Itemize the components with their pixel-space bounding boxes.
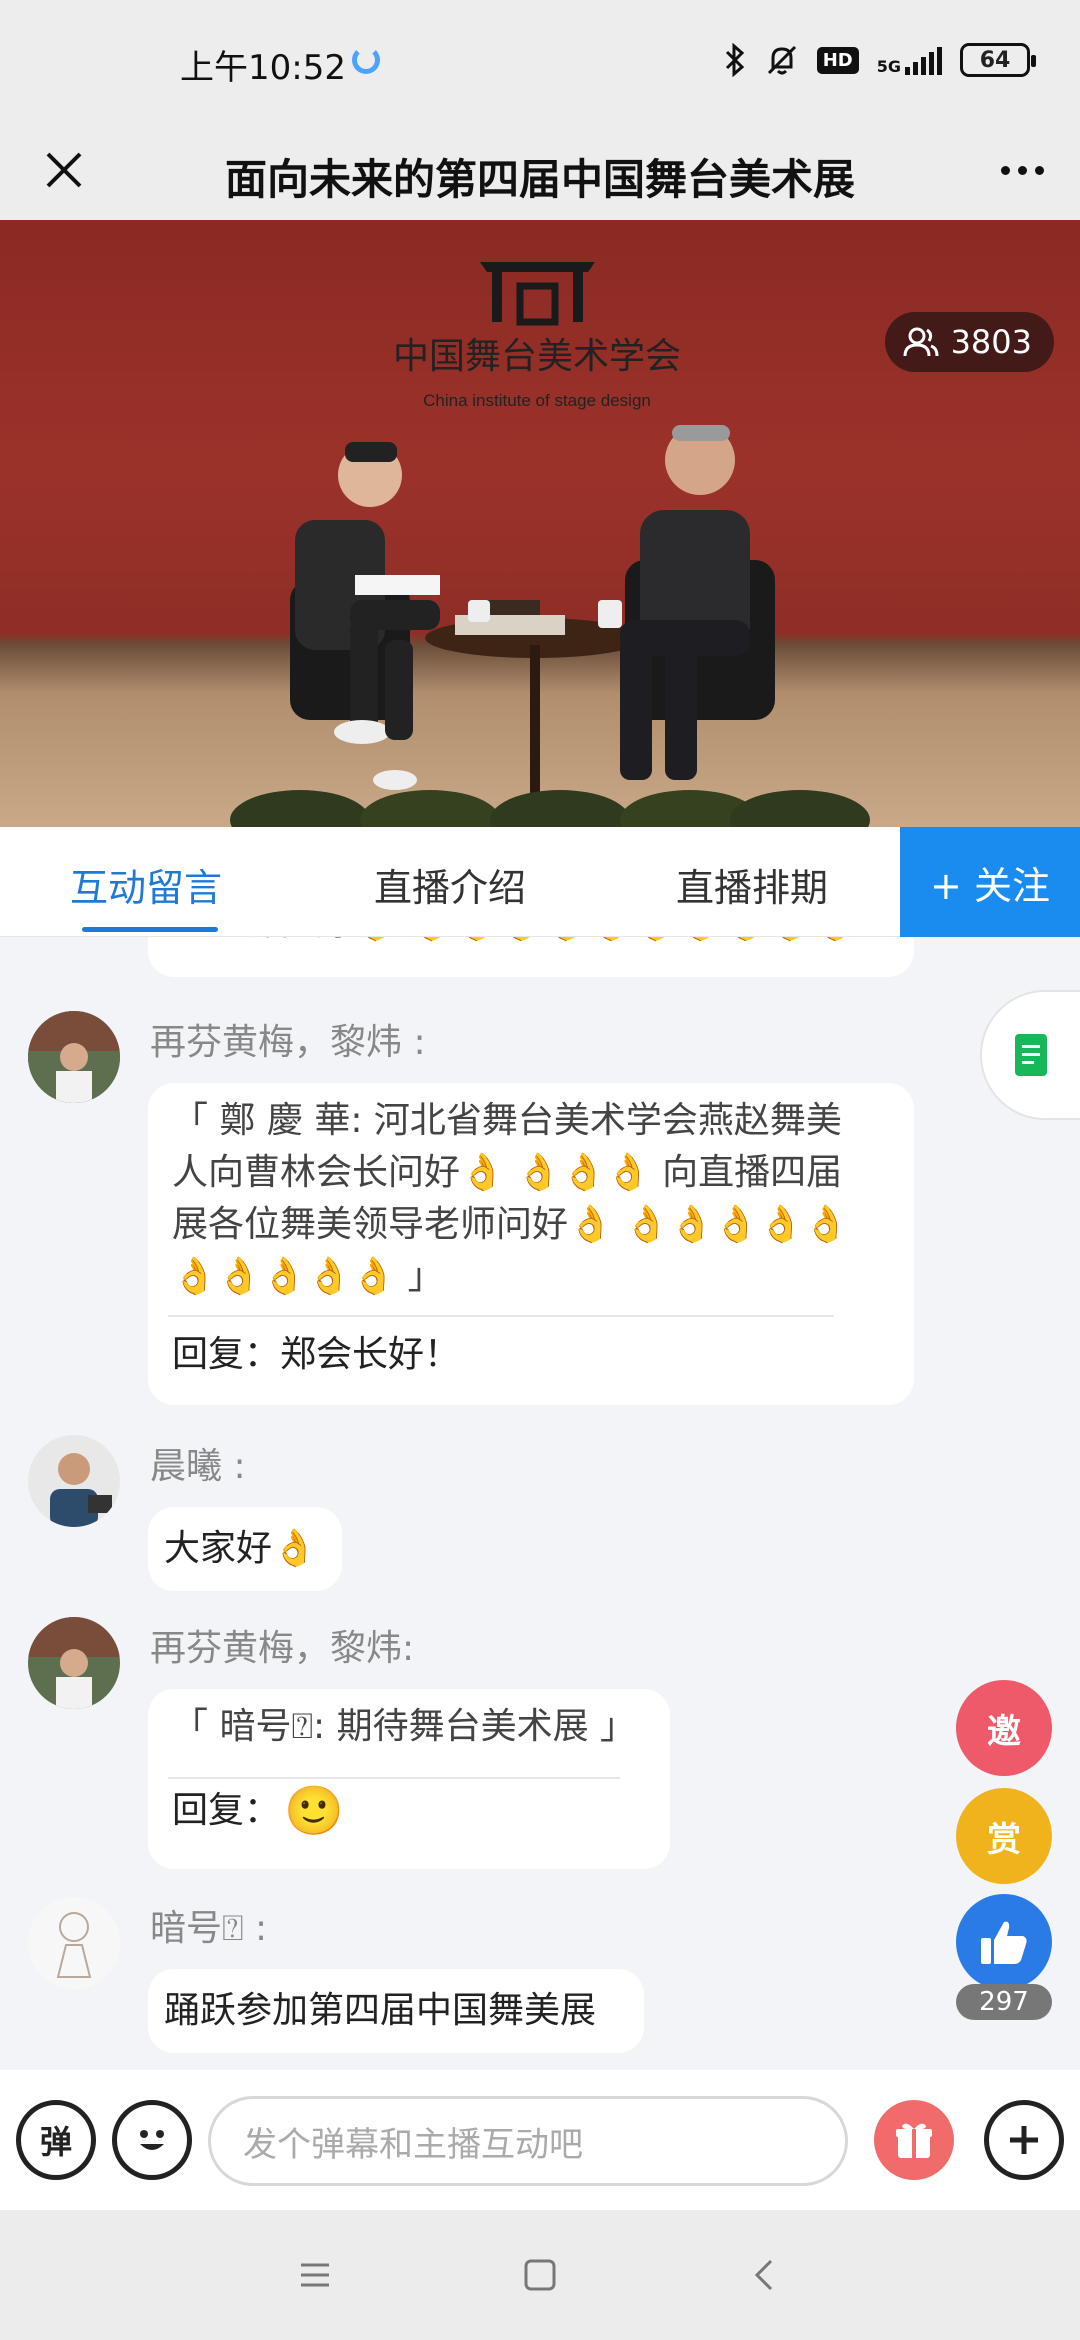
reward-button[interactable]: 赏	[956, 1788, 1052, 1884]
more-dot	[1017, 165, 1027, 175]
status-time: 上午10:52	[180, 48, 346, 88]
viewer-count-badge: 3803	[884, 312, 1054, 372]
tab-bar: 互动留言 直播介绍 直播排期 + 关注	[0, 827, 1080, 937]
thumbs-up-icon	[981, 1921, 1027, 1964]
battery-level: 64	[979, 47, 1011, 73]
comment-username: 再芬黄梅，黎炜 :	[150, 1022, 426, 1063]
avatar[interactable]	[28, 1435, 120, 1527]
avatar[interactable]	[28, 1897, 120, 1989]
bluetooth-icon	[725, 43, 744, 77]
comment-username: 再芬黄梅，黎炜:	[150, 1628, 415, 1669]
comment-bubble: 「 暗号⍰: 期待舞台美术展 」 回复： 🙂	[148, 1689, 670, 1869]
status-icons: HD 5G 64	[723, 40, 1036, 80]
quote-line: 「 鄭 慶 華: 河北省舞台美术学会燕赵舞美	[172, 1100, 842, 1141]
reply-bubble: 回复：郑会长好！	[148, 1315, 914, 1405]
gift-icon	[896, 2123, 932, 2158]
like-count: 297	[956, 1984, 1052, 2020]
comment-text: 踊跃参加第四届中国舞美展	[164, 1990, 597, 2031]
hd-badge: HD	[816, 46, 859, 74]
smile-icon	[140, 2130, 164, 2150]
comment-username: 暗号⍰ :	[150, 1908, 268, 1949]
comment-bubble: 导老师问好👌 👌👌👌👌👌👌👌👌👌👌	[148, 937, 914, 977]
network-type: 5G	[876, 57, 901, 76]
viewer-count: 3803	[950, 323, 1032, 361]
loading-icon	[352, 46, 380, 74]
avatar-image	[28, 1435, 120, 1527]
reply-label: 回复：	[172, 1790, 281, 1831]
more-dot	[1000, 165, 1010, 175]
home-square-icon	[524, 2259, 556, 2291]
avatar-image	[28, 1617, 120, 1709]
danmu-label: 弹	[39, 2123, 72, 2161]
logo-icon	[480, 250, 595, 326]
more-button[interactable]	[986, 134, 1058, 206]
back-arrow-icon	[754, 2259, 773, 2291]
more-dot	[1034, 165, 1044, 175]
quote-text: 「 暗号⍰: 期待舞台美术展 」	[172, 1706, 637, 1747]
mute-bell-icon	[767, 45, 796, 75]
reply-text: 回复：郑会长好！	[172, 1334, 461, 1375]
comment-bubble: 踊跃参加第四届中国舞美展	[148, 1969, 644, 2053]
menu-nav-button[interactable]	[290, 2250, 340, 2300]
add-button[interactable]	[984, 2100, 1064, 2180]
nav-bar: 面向未来的第四届中国舞台美术展	[0, 120, 1080, 220]
input-bar: 弹 发个弹幕和主播互动吧	[0, 2070, 1080, 2210]
document-icon	[1015, 1034, 1047, 1076]
tab-underline	[82, 927, 218, 932]
follow-button[interactable]: + 关注	[900, 827, 1080, 937]
comment-text: 大家好👌	[164, 1528, 317, 1569]
comment-input-placeholder: 发个弹幕和主播互动吧	[243, 2124, 583, 2165]
back-nav-button[interactable]	[740, 2250, 790, 2300]
system-navigation-bar	[0, 2210, 1080, 2340]
signal-icon: 5G	[877, 45, 942, 75]
like-button[interactable]	[956, 1894, 1052, 1990]
comment-bubble: 大家好👌	[148, 1507, 342, 1591]
menu-icon	[301, 2263, 329, 2287]
page-title: 面向未来的第四届中国舞台美术展	[224, 155, 855, 204]
tab-intro[interactable]: 直播介绍	[374, 857, 526, 912]
emoji-button[interactable]	[112, 2100, 192, 2180]
tab-schedule[interactable]: 直播排期	[676, 857, 828, 912]
comment-username: 晨曦 :	[150, 1446, 246, 1487]
avatar-image	[28, 1897, 120, 1989]
divider	[168, 1777, 620, 1779]
quote-line: 👌👌👌👌👌 」	[172, 1256, 444, 1297]
quote-line: 人向曹林会长问好👌 👌👌👌 向直播四届	[172, 1152, 843, 1193]
comment-text: 导老师问好👌 👌👌👌👌👌👌👌👌👌👌	[172, 937, 890, 949]
invite-label: 邀	[987, 1711, 1021, 1752]
logo-text-en: China institute of stage design	[423, 391, 651, 410]
home-nav-button[interactable]	[515, 2250, 565, 2300]
avatar-image	[28, 1011, 120, 1103]
logo-text-cn: 中国舞台美术学会	[393, 336, 681, 376]
status-bar: 上午10:52 HD 5G 64	[0, 0, 1080, 120]
smile-emoji: 🙂	[284, 1783, 344, 1839]
danmu-toggle-button[interactable]: 弹	[16, 2100, 96, 2180]
live-video[interactable]: 中国舞台美术学会 China institute of stage design	[0, 220, 1080, 827]
comment-bubble: 「 鄭 慶 華: 河北省舞台美术学会燕赵舞美 人向曹林会长问好👌 👌👌👌 向直播…	[148, 1083, 914, 1345]
battery-icon: 64	[960, 43, 1036, 77]
comment-input[interactable]: 发个弹幕和主播互动吧	[208, 2096, 848, 2186]
avatar[interactable]	[28, 1011, 120, 1103]
invite-button[interactable]: 邀	[956, 1680, 1052, 1776]
comment-list[interactable]: 导老师问好👌 👌👌👌👌👌👌👌👌👌👌 再芬黄梅，黎炜 : 「 鄭 慶 華: 河北省…	[0, 937, 1080, 2070]
plus-icon	[1010, 2126, 1038, 2154]
reward-label: 赏	[987, 1819, 1021, 1860]
reply-row: 回复： 🙂	[172, 1785, 646, 1837]
avatar[interactable]	[28, 1617, 120, 1709]
users-icon	[903, 327, 939, 357]
quote-line: 展各位舞美领导老师问好👌 👌👌👌👌👌	[172, 1204, 849, 1245]
tab-messages[interactable]: 互动留言	[70, 857, 222, 912]
gift-button[interactable]	[874, 2100, 954, 2180]
divider	[168, 1315, 834, 1317]
